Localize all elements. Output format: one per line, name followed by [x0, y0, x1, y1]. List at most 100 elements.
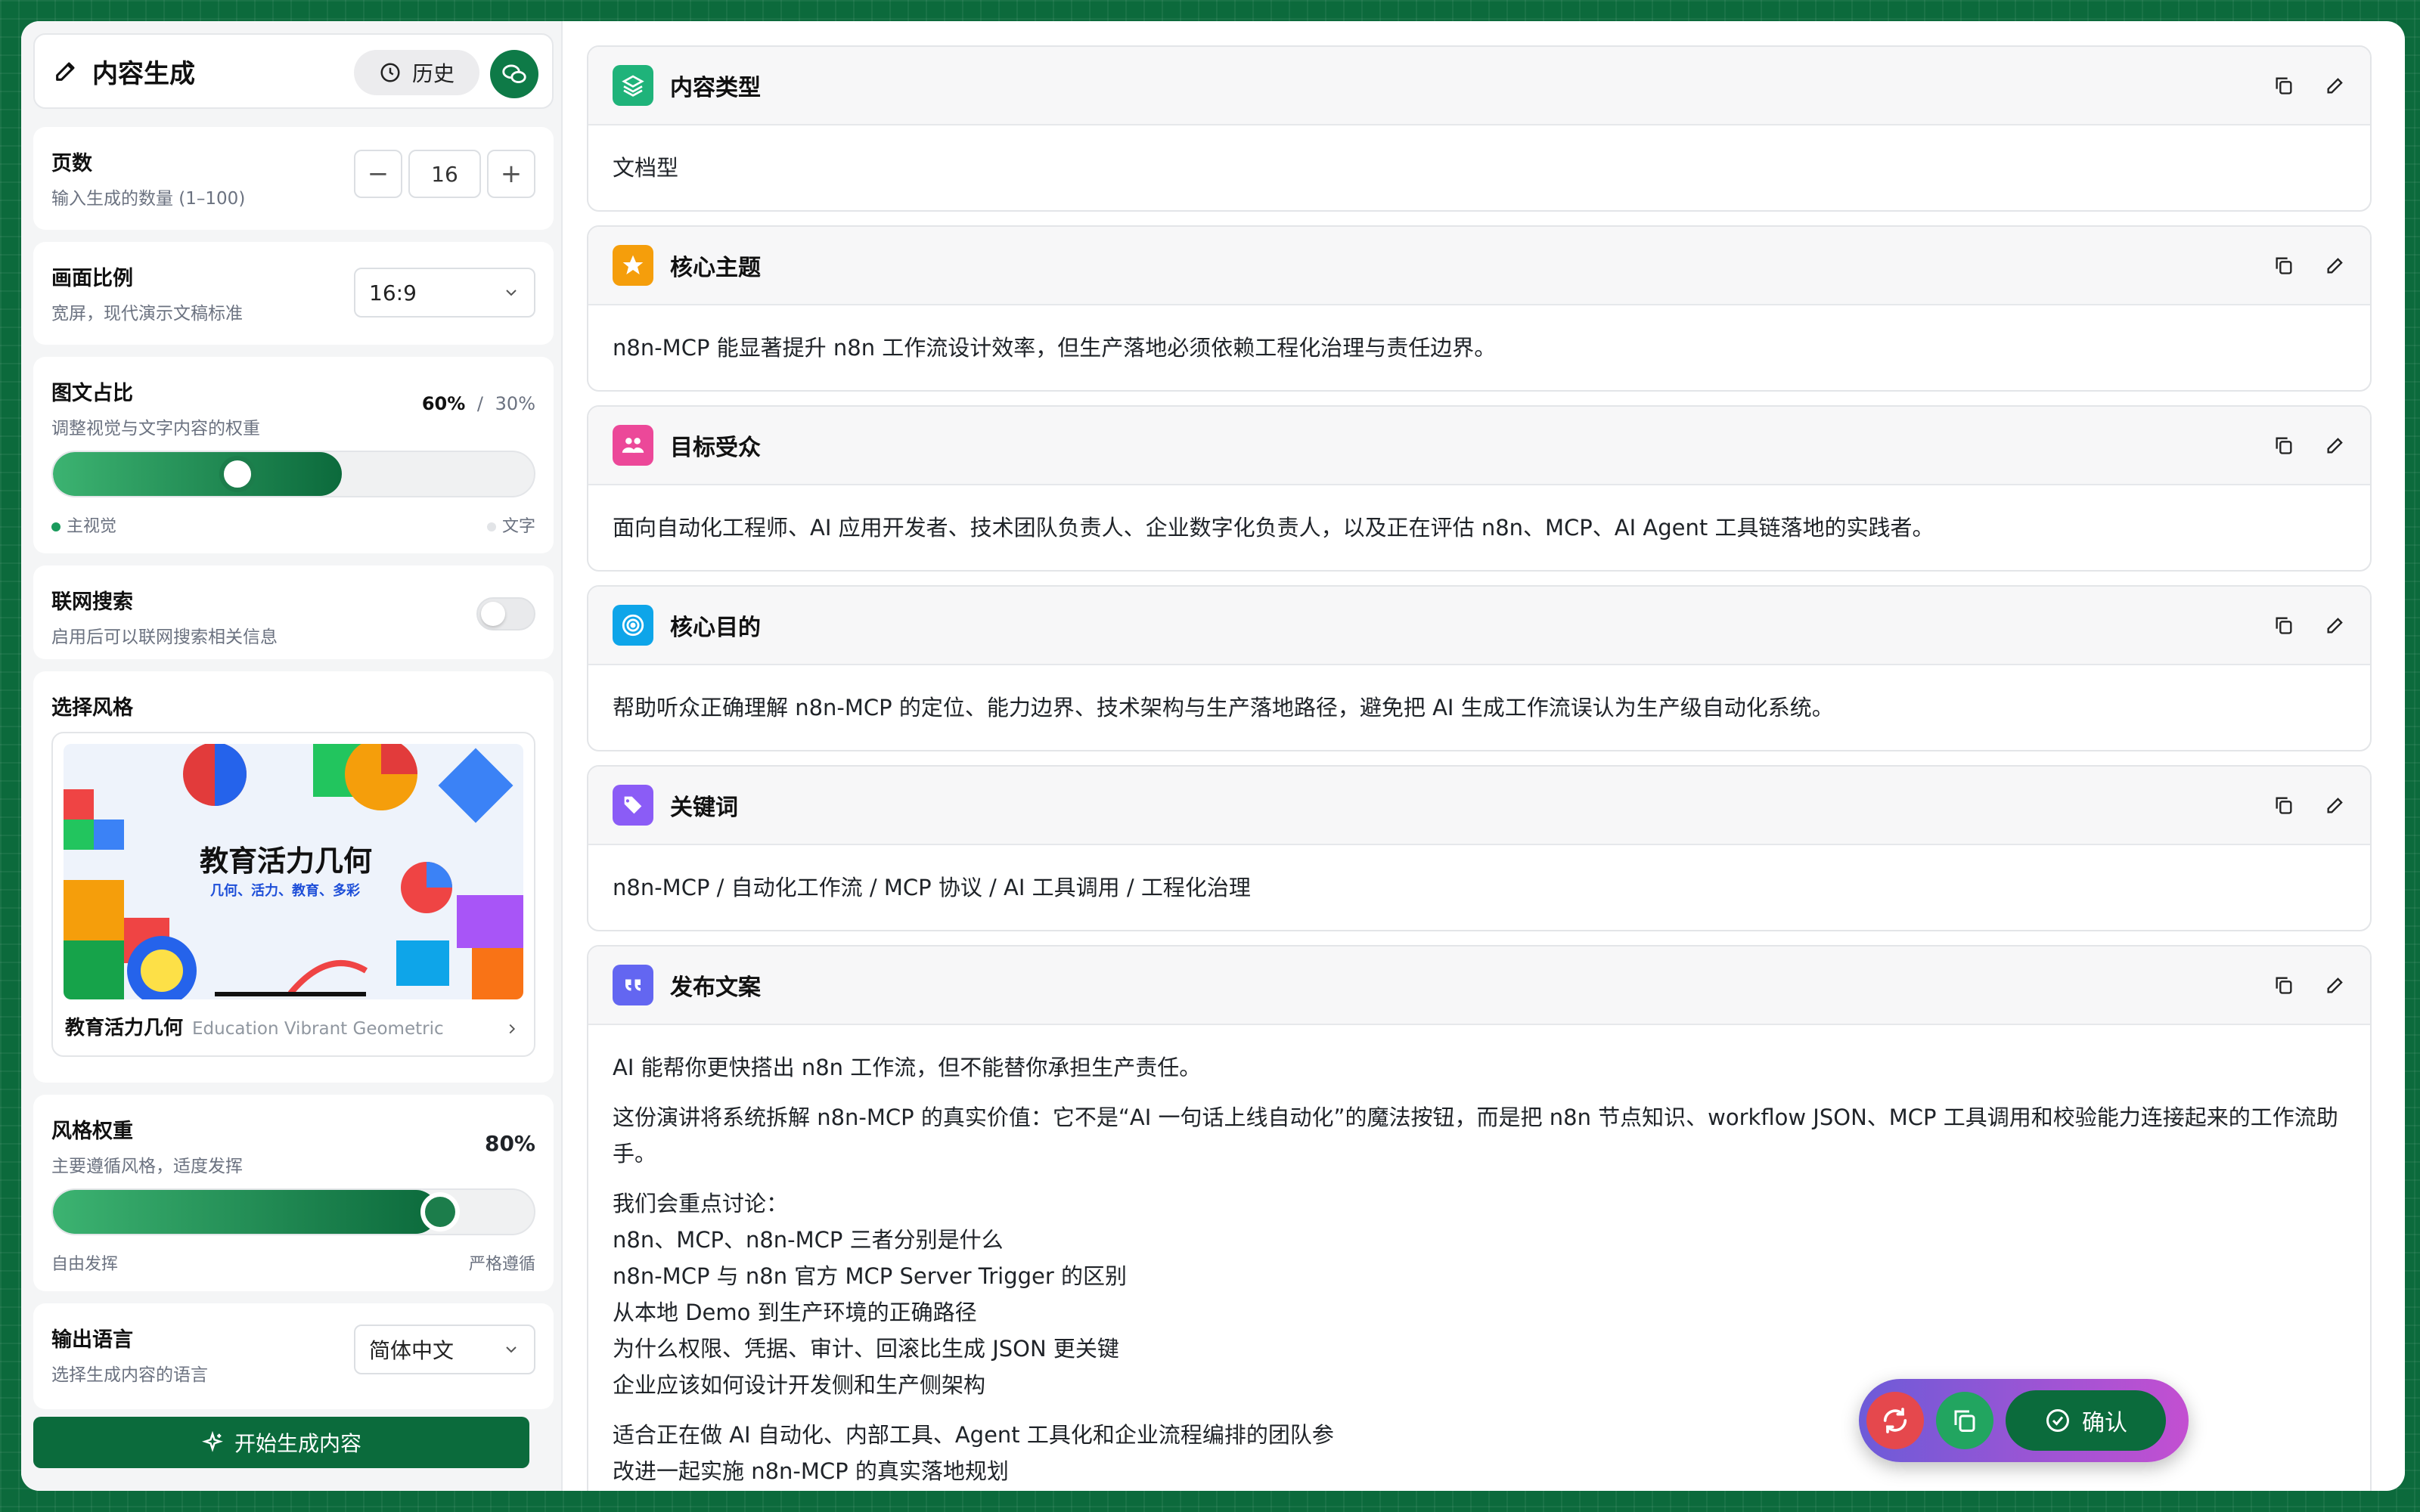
- copy-all-button[interactable]: [1936, 1392, 1993, 1449]
- ratio-text-label: 文字: [501, 517, 535, 536]
- tags-icon: [613, 785, 653, 826]
- language-card: 输出语言 选择生成内容的语言 简体中文: [33, 1303, 554, 1409]
- confirm-button[interactable]: 确认: [2006, 1390, 2166, 1451]
- history-button[interactable]: 历史: [354, 50, 479, 95]
- style-thumbnail: 教育活力几何 几何、活力、教育、多彩: [64, 744, 523, 999]
- thumbnail-subtitle: 几何、活力、教育、多彩: [210, 882, 360, 899]
- section-header: 核心目的: [588, 587, 2370, 665]
- aspect-value: 16:9: [369, 280, 417, 305]
- weight-slider-fill: [53, 1190, 438, 1234]
- section-purpose: 核心目的 帮助听众正确理解 n8n-MCP 的定位、能力边界、技术架构与生产落地…: [587, 585, 2372, 751]
- chevron-right-icon: [509, 1024, 516, 1034]
- weight-subtitle: 主要遵循风格，适度发挥: [51, 1157, 243, 1176]
- ratio-slider[interactable]: [51, 451, 535, 497]
- copy-icon[interactable]: [2273, 795, 2294, 816]
- copy-icon[interactable]: [2273, 974, 2294, 996]
- layers-icon: [613, 65, 653, 106]
- pages-card: 页数 输入生成的数量 (1–100) − 16 +: [33, 127, 554, 230]
- section-actions: [2273, 615, 2346, 636]
- copy-icon[interactable]: [2273, 75, 2294, 96]
- edit-icon[interactable]: [2325, 974, 2346, 996]
- ratio-visual-pct: 60%: [421, 393, 466, 414]
- style-title: 选择风格: [51, 696, 133, 720]
- section-title: 关键词: [670, 795, 738, 821]
- section-audience: 目标受众 面向自动化工程师、AI 应用开发者、技术团队负责人、企业数字化负责人，…: [587, 405, 2372, 572]
- copy-icon[interactable]: [2273, 615, 2294, 636]
- star-icon: [613, 245, 653, 286]
- section-header: 关键词: [588, 767, 2370, 845]
- style-option[interactable]: 教育活力几何 几何、活力、教育、多彩 教育活力几何 Education Vibra…: [51, 732, 535, 1057]
- section-body: 面向自动化工程师、AI 应用开发者、技术团队负责人、企业数字化负责人，以及正在评…: [588, 485, 2370, 570]
- section-title: 核心主题: [670, 255, 761, 281]
- section-title: 内容类型: [670, 75, 761, 101]
- target-icon: [613, 605, 653, 646]
- ratio-subtitle: 调整视觉与文字内容的权重: [51, 419, 260, 438]
- section-header: 发布文案: [588, 947, 2370, 1025]
- ratio-text-pct: 30%: [495, 393, 535, 414]
- weight-card: 风格权重 主要遵循风格，适度发挥 80% 自由发挥 严格遵循: [33, 1095, 554, 1291]
- increment-button[interactable]: +: [487, 150, 535, 198]
- edit-icon[interactable]: [2325, 795, 2346, 816]
- check-circle-icon: [2046, 1409, 2069, 1432]
- style-name-en: Education Vibrant Geometric: [192, 1019, 444, 1039]
- list-item: n8n、MCP、n8n-MCP 三者分别是什么: [613, 1227, 1004, 1253]
- refresh-icon: [1883, 1408, 1907, 1433]
- chevron-down-icon: [506, 290, 517, 296]
- language-value: 简体中文: [369, 1338, 455, 1363]
- ratio-text-legend: 文字: [486, 513, 535, 537]
- section-text: 文档型: [613, 155, 679, 181]
- confirm-label: 确认: [2082, 1410, 2127, 1436]
- users-icon: [613, 425, 653, 466]
- section-title: 目标受众: [670, 435, 761, 461]
- copy-icon[interactable]: [2273, 435, 2294, 456]
- language-select[interactable]: 简体中文: [354, 1325, 535, 1374]
- section-actions: [2273, 795, 2346, 816]
- edit-icon[interactable]: [2325, 615, 2346, 636]
- weight-left-label: 自由发挥: [51, 1255, 119, 1274]
- section-text: 面向自动化工程师、AI 应用开发者、技术团队负责人、企业数字化负责人，以及正在评…: [613, 515, 1934, 541]
- weight-slider-handle[interactable]: [425, 1197, 455, 1227]
- style-name-zh: 教育活力几何: [65, 1017, 184, 1040]
- web-search-toggle[interactable]: [476, 597, 535, 631]
- section-text: 帮助听众正确理解 n8n-MCP 的定位、能力边界、技术架构与生产落地路径，避免…: [613, 695, 1834, 720]
- copy-icon[interactable]: [2273, 255, 2294, 276]
- app-window: 内容生成 历史 页数 输入生成的数量 (1–100) − 16 + 画面比例 宽…: [21, 21, 2405, 1491]
- section-body: n8n-MCP / 自动化工作流 / MCP 协议 / AI 工具调用 / 工程…: [588, 845, 2370, 930]
- section-body: 文档型: [588, 125, 2370, 210]
- section-content-type: 内容类型 文档型: [587, 45, 2372, 212]
- section-actions: [2273, 974, 2346, 996]
- generate-button[interactable]: 开始生成内容: [33, 1417, 529, 1468]
- list-item: 为什么权限、凭据、审计、回滚比生成 JSON 更关键: [613, 1336, 1119, 1362]
- section-body: n8n-MCP 能显著提升 n8n 工作流设计效率，但生产落地必须依赖工程化治理…: [588, 305, 2370, 390]
- wechat-button[interactable]: [490, 50, 538, 98]
- ratio-slider-handle[interactable]: [219, 456, 256, 492]
- floating-action-bar: 确认: [1859, 1379, 2189, 1462]
- edit-icon[interactable]: [2325, 75, 2346, 96]
- pages-input[interactable]: 16: [408, 150, 481, 198]
- weight-slider[interactable]: [51, 1188, 535, 1235]
- edit-icon[interactable]: [2325, 435, 2346, 456]
- decrement-button[interactable]: −: [354, 150, 402, 198]
- section-body: 帮助听众正确理解 n8n-MCP 的定位、能力边界、技术架构与生产落地路径，避免…: [588, 665, 2370, 750]
- weight-title: 风格权重: [51, 1120, 133, 1143]
- regenerate-button[interactable]: [1866, 1392, 1924, 1449]
- edit-icon[interactable]: [2325, 255, 2346, 276]
- section-paragraph: AI 能帮你更快搭出 n8n 工作流，但不能替你承担生产责任。: [613, 1055, 1202, 1080]
- web-search-card: 联网搜索 启用后可以联网搜索相关信息: [33, 565, 554, 659]
- clock-icon: [380, 63, 400, 82]
- list-item: n8n-MCP 与 n8n 官方 MCP Server Trigger 的区别: [613, 1263, 1128, 1289]
- ratio-sep: /: [476, 393, 484, 414]
- thumbnail-title: 教育活力几何: [200, 844, 372, 878]
- aspect-select[interactable]: 16:9: [354, 268, 535, 318]
- section-title: 核心目的: [670, 615, 761, 641]
- quote-icon: [613, 965, 653, 1005]
- weight-value: 80%: [484, 1131, 535, 1156]
- ratio-visual-legend: 主视觉: [51, 513, 116, 537]
- page-title: 内容生成: [92, 58, 195, 89]
- sparkle-icon: [202, 1431, 223, 1452]
- ratio-readout: 60% / 30%: [422, 393, 535, 414]
- pencil-icon: [56, 62, 75, 81]
- section-core-topic: 核心主题 n8n-MCP 能显著提升 n8n 工作流设计效率，但生产落地必须依赖…: [587, 225, 2372, 392]
- section-header: 核心主题: [588, 227, 2370, 305]
- geometric-artwork-icon: 教育活力几何 几何、活力、教育、多彩: [64, 744, 523, 999]
